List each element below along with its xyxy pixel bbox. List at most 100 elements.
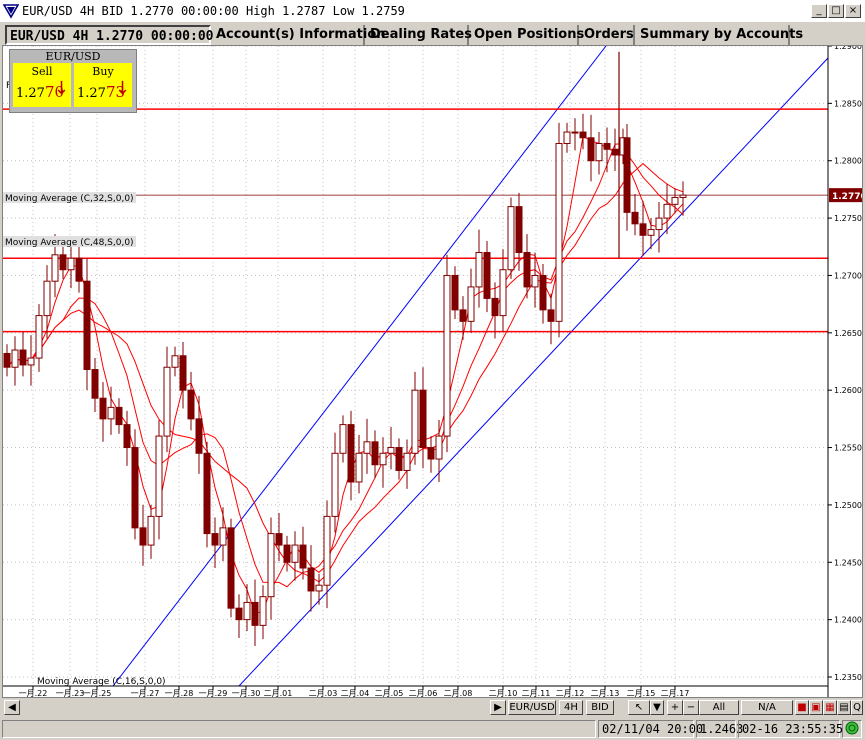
chart-scrollbar[interactable]: ◀ ▶ EUR/USD 4H BID ↖ ▼ + − All N/A ■ ▣ ▦…	[2, 699, 863, 716]
ma48-label: Moving Average (C,48,S,0,0)	[5, 238, 134, 248]
candle-body	[27, 357, 35, 366]
date-label: 一月.27	[131, 689, 160, 697]
candle-body	[623, 137, 631, 213]
price-chart[interactable]: 1.2900 1.2850 1.2800 1.2750 1.2700 1.2650 1.26…	[3, 42, 865, 698]
candle-body	[499, 269, 507, 317]
symbol-select-button[interactable]: EUR/USD	[508, 700, 556, 715]
candle-body	[291, 544, 299, 563]
chart-area[interactable]: 1.2900 1.2850 1.2800 1.2750 1.2700 1.2650 1.26…	[2, 42, 865, 698]
candle-body	[147, 515, 155, 546]
candle-body	[663, 203, 671, 219]
ma32-line	[6, 142, 684, 588]
candle-body	[531, 274, 539, 288]
date-label: 二月.12	[556, 689, 585, 697]
candle-body	[259, 596, 267, 626]
candle-body	[655, 217, 663, 231]
quote-widget[interactable]: EUR/USD Sell 1.2770 ↓ Buy 1.2773 ↓	[9, 49, 137, 113]
sell-label: Sell	[31, 65, 53, 78]
close-button[interactable]: ×	[845, 4, 861, 18]
tab-account-information[interactable]: Account(s) Information	[213, 25, 386, 45]
date-label: 二月.01	[264, 689, 293, 697]
period-select-button[interactable]: 4H	[559, 700, 583, 715]
minimize-button[interactable]: _	[811, 4, 827, 18]
date-label: 一月.29	[199, 689, 228, 697]
tab-summary-by-accounts[interactable]: Summary by Accounts	[637, 25, 803, 45]
scroll-left-button[interactable]: ◀	[4, 700, 20, 715]
price-label: 1.2850	[834, 99, 862, 108]
cursor-tool-icon[interactable]: ↖	[628, 700, 650, 715]
candle-body	[227, 527, 235, 609]
candlesticks	[3, 51, 687, 647]
tool-dropdown-icon[interactable]: ▼	[650, 700, 664, 715]
status-price: 1.2463	[696, 720, 743, 738]
buy-down-arrow-icon: ↓	[114, 78, 130, 99]
candle-body	[251, 601, 259, 626]
candle-body	[363, 441, 371, 454]
date-label: 二月.05	[375, 689, 404, 697]
candle-body	[467, 286, 475, 322]
zoom-in-icon[interactable]: +	[667, 700, 683, 715]
close-indicator-icon[interactable]: ■	[795, 700, 809, 715]
candle-body	[539, 274, 547, 311]
candle-body	[75, 257, 83, 282]
candle-body	[507, 206, 515, 271]
candle-body	[203, 452, 211, 535]
candle-body	[323, 515, 331, 586]
candle-body	[427, 447, 435, 460]
candle-body	[555, 143, 563, 322]
ma48-line	[6, 162, 684, 583]
sell-button[interactable]: Sell 1.2770 ↓	[13, 63, 71, 107]
date-label: 二月.10	[489, 689, 518, 697]
candle-body	[267, 533, 275, 598]
candle-body	[379, 452, 387, 466]
current-price-label: 1.2770	[832, 192, 862, 202]
candle-body	[579, 131, 587, 139]
price-label: 1.2400	[834, 616, 862, 625]
candle-body	[603, 143, 611, 150]
candle-body	[523, 252, 531, 288]
date-label: 二月.08	[444, 689, 473, 697]
candle-body	[59, 254, 67, 271]
candle-body	[647, 229, 655, 236]
date-label: 二月.11	[522, 689, 551, 697]
candle-body	[595, 143, 603, 162]
zoom-out-icon[interactable]: −	[683, 700, 699, 715]
window-title: EUR/USD 4H BID 1.2770 00:00:00 High 1.27…	[22, 4, 405, 18]
candle-body	[115, 406, 123, 426]
indicator-icon[interactable]: ▣	[809, 700, 823, 715]
candle-body	[83, 280, 91, 371]
maximize-button[interactable]: □	[828, 4, 844, 18]
date-label: 一月.30	[232, 689, 261, 697]
ma32-label: Moving Average (C,32,S,0,0)	[5, 194, 134, 204]
candle-body	[131, 447, 139, 529]
candle-body	[339, 424, 347, 454]
candle-body	[275, 533, 283, 546]
candle-body	[51, 254, 59, 282]
side-select-button[interactable]: BID	[586, 700, 614, 715]
candle-body	[67, 257, 75, 271]
status-clock: 02-16 23:55:35	[738, 720, 843, 738]
scroll-right-button[interactable]: ▶	[490, 700, 506, 715]
candle-body	[395, 447, 403, 471]
tab-open-positions[interactable]: Open Positions	[471, 25, 584, 45]
grid-toggle-icon[interactable]: ▦	[823, 700, 837, 715]
candle-body	[491, 297, 499, 317]
candle-body	[99, 397, 107, 420]
candle-body	[123, 424, 131, 449]
candle-body	[139, 527, 147, 546]
print-icon[interactable]: ▤	[837, 700, 851, 715]
status-bar: 02/11/04 20:00 1.2463 02-16 23:55:35	[0, 718, 865, 740]
tab-dealing-rates[interactable]: Dealing Rates	[367, 25, 472, 45]
buy-button[interactable]: Buy 1.2773 ↓	[74, 63, 132, 107]
price-label: 1.2800	[834, 157, 862, 166]
search-icon[interactable]: Q	[851, 700, 863, 715]
buy-label: Buy	[92, 65, 114, 78]
chart-grid	[3, 45, 828, 686]
candle-body	[483, 252, 491, 299]
tab-orders[interactable]: Orders	[581, 25, 635, 45]
na-button[interactable]: N/A	[741, 700, 793, 715]
candle-body	[371, 441, 379, 466]
price-label: 1.2350	[834, 673, 862, 682]
all-button[interactable]: All	[699, 700, 739, 715]
tab-chart[interactable]: EUR/USD 4H 1.2770 00:00:00	[5, 25, 214, 45]
